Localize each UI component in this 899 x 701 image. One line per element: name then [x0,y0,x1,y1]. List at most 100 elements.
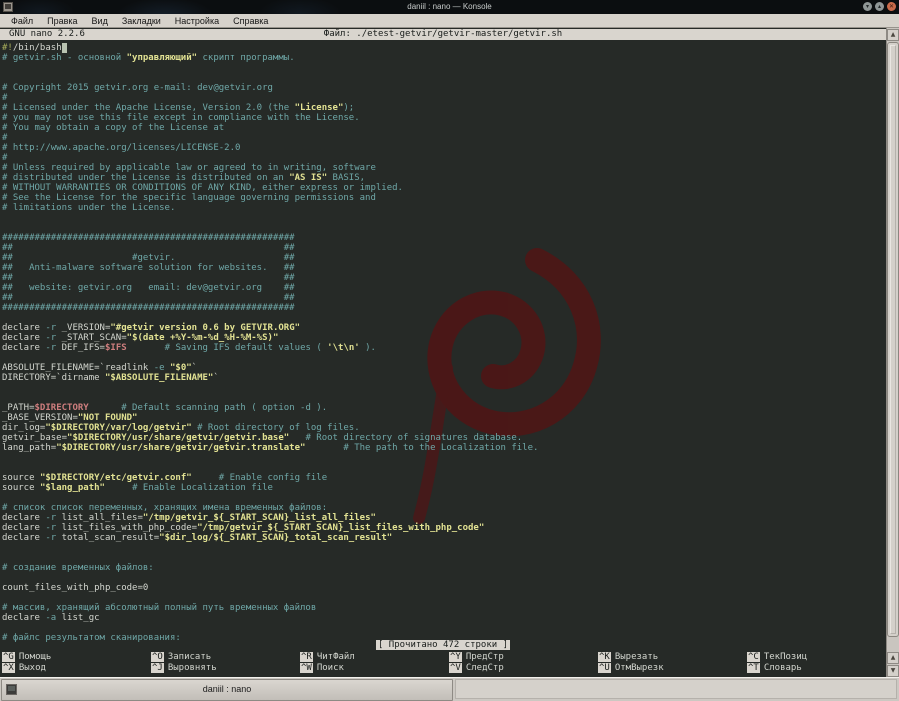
shortcut[interactable]: ^G Помощь [2,652,151,663]
code-line: source "$DIRECTORY/etc/getvir.conf" # En… [2,473,538,483]
shortcut[interactable]: ^X Выход [2,663,151,674]
code-line: # Unless required by applicable law or a… [2,163,538,173]
code-line: _PATH=$DIRECTORY # Default scanning path… [2,403,538,413]
code-line [2,493,538,503]
menu-item[interactable]: Справка [227,16,276,26]
menu-item[interactable]: Файл [5,16,41,26]
shortcut-label: ПредСтр [466,652,504,662]
scroll-up-icon[interactable]: ▲ [887,29,899,41]
code-line [2,393,538,403]
menu-item[interactable]: Правка [41,16,85,26]
code-line: # массив, хранящий абсолютный полный пут… [2,603,538,613]
shortcut-key: ^T [747,663,760,673]
code-line: DIRECTORY=`dirname "$ABSOLUTE_FILENAME"` [2,373,538,383]
scroll-up2-icon[interactable]: ▲ [887,652,899,664]
code-line: # limitations under the License. [2,203,538,213]
code-line: # Licensed under the Apache License, Ver… [2,103,538,113]
code-line: lang_path="$DIRECTORY/usr/share/getvir/g… [2,443,538,453]
menu-bar: ФайлПравкаВидЗакладкиНастройкаСправка [0,14,899,28]
code-line [2,453,538,463]
code-line: ## ## [2,293,538,303]
shortcut-key: ^X [2,663,15,673]
code-line [2,353,538,363]
nano-titlebar: GNU nano 2.2.6 Файл: ./etest-getvir/getv… [0,29,886,40]
shortcut-label: ОтмВырезк [615,663,664,673]
shortcut-key: ^U [598,663,611,673]
code-line: ABSOLUTE_FILENAME=`readlink -e "$0"` [2,363,538,373]
menu-item[interactable]: Закладки [116,16,169,26]
shortcut-label: Выход [19,663,46,673]
code-line [2,63,538,73]
code-line [2,73,538,83]
code-area[interactable]: #!/bin/bash # getvir.sh - основной "упра… [2,43,538,643]
code-line: #!/bin/bash [2,43,538,53]
shortcut-label: ЧитФайл [317,652,355,662]
shortcut-key: ^G [2,652,15,662]
shortcut[interactable]: ^VСледСтр [449,663,598,674]
code-line: declare -r list_all_files="/tmp/getvir_$… [2,513,538,523]
code-line [2,213,538,223]
scroll-down-icon[interactable]: ▼ [887,665,899,677]
code-line: declare -r _VERSION="#getvir version 0.6… [2,323,538,333]
code-line [2,573,538,583]
shortcut[interactable]: ^KВырезать [598,652,747,663]
code-line [2,543,538,553]
scrollbar-thumb[interactable] [887,42,899,637]
close-icon[interactable]: ✕ [887,2,896,11]
maximize-icon[interactable]: ▴ [875,2,884,11]
shortcut-label: Помощь [19,652,52,662]
terminal[interactable]: GNU nano 2.2.6 Файл: ./etest-getvir/getv… [0,28,899,677]
code-line: declare -r list_files_with_php_code="/tm… [2,523,538,533]
code-line: ########################################… [2,303,538,313]
code-line: ## #getvir. ## [2,253,538,263]
code-line: declare -a list_gc [2,613,538,623]
menu-item[interactable]: Настройка [169,16,227,26]
code-line [2,623,538,633]
shortcut-label: Записать [168,652,211,662]
code-line: declare -r _START_SCAN="$(date +%Y-%m-%d… [2,333,538,343]
code-line: # See the License for the specific langu… [2,193,538,203]
shortcut[interactable]: ^U ОтмВырезк [598,663,747,674]
text-cursor [62,43,67,53]
taskbar: daniil : nano [0,677,899,701]
code-line: ########################################… [2,233,538,243]
taskbar-empty-area [455,679,897,699]
shortcut[interactable]: ^WПоиск [300,663,449,674]
shortcut-label: Поиск [317,663,344,673]
code-line: ## Anti-malware software solution for we… [2,263,538,273]
code-line: getvir_base="$DIRECTORY/usr/share/getvir… [2,433,538,443]
code-line: declare -r DEF_IFS=$IFS # Saving IFS def… [2,343,538,353]
shortcut-label: СледСтр [466,663,504,673]
menu-item[interactable]: Вид [86,16,116,26]
nano-filename: Файл: ./etest-getvir/getvir-master/getvi… [0,29,886,40]
code-line: ## ## [2,243,538,253]
shortcut[interactable]: ^R ЧитФайл [300,652,449,663]
code-line: _BASE_VERSION="NOT FOUND" [2,413,538,423]
minimize-icon[interactable]: ▾ [863,2,872,11]
nano-statusbar: [ Прочитано 472 строки ] [0,640,886,650]
shortcut-key: ^R [300,652,313,662]
code-line: # [2,153,538,163]
scrollbar[interactable]: ▲ ▲ ▼ [886,28,899,677]
code-line [2,223,538,233]
nano-shortcuts: ^GПомощь^OЗаписать^RЧитФайл^YПредСтр^KВы… [2,652,899,674]
code-line: # Copyright 2015 getvir.org e-mail: dev@… [2,83,538,93]
code-line: # [2,133,538,143]
shortcut[interactable]: ^TСловарь [747,663,896,674]
code-line: # создание временных файлов: [2,563,538,573]
shortcut[interactable]: ^YПредСтр [449,652,598,663]
shortcut[interactable]: ^JВыровнять [151,663,300,674]
shortcut-key: ^J [151,663,164,673]
code-line [2,553,538,563]
shortcut-row: ^G Помощь ^OЗаписать^R ЧитФайл ^YПредСтр^KВы… [2,652,899,663]
task-label: daniil : nano [2,680,452,699]
taskbar-task-button[interactable]: daniil : nano [1,679,453,701]
code-line: # [2,93,538,103]
code-line: dir_log="$DIRECTORY/var/log/getvir" # Ro… [2,423,538,433]
shortcut-label: ТекПозиц [764,652,807,662]
shortcut[interactable]: ^CТекПозиц [747,652,896,663]
shortcut[interactable]: ^OЗаписать [151,652,300,663]
shortcut-key: ^K [598,652,611,662]
code-line: # You may obtain a copy of the License a… [2,123,538,133]
window-titlebar[interactable]: daniil : nano — Konsole ▾ ▴ ✕ [0,0,899,14]
